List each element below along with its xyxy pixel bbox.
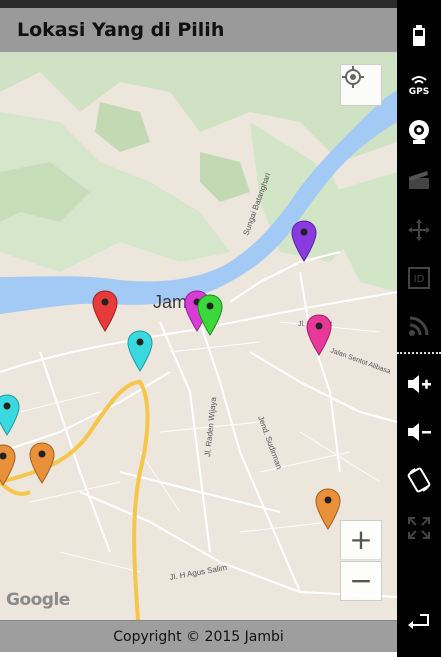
green-area [95,102,150,152]
battery-icon[interactable] [397,16,441,56]
camera-clapper-icon[interactable] [397,160,441,200]
map-marker-orange-2[interactable] [29,442,55,484]
my-location-button[interactable] [340,64,382,106]
map-marker-orange-1[interactable] [0,444,16,486]
map-marker-cyan-left[interactable] [0,394,20,436]
emulator-sidebar: GPS ID [397,0,441,657]
gps-icon[interactable]: GPS [397,64,441,104]
zoom-out-button[interactable]: − [340,561,382,601]
status-strip [0,0,397,8]
street-label: Jend. Sudirman [256,415,284,471]
copyright-text: Copyright © 2015 Jambi [113,629,284,645]
app-window: Lokasi Yang di Pilih Sungai Batanghari J… [0,0,397,657]
id-label: ID [414,274,425,285]
gps-label: GPS [409,87,429,96]
green-area [200,152,250,202]
crosshair-icon [342,66,364,88]
map-marker-pink[interactable] [306,314,332,356]
sidebar-divider [397,352,441,354]
map-marker-orange-3[interactable] [315,488,341,530]
street-label: Jalan Sentot Alibasa [329,347,391,375]
id-icon[interactable]: ID [397,258,441,298]
volume-down-icon[interactable] [397,412,441,452]
street-label: Jl. H Agus Salim [169,563,228,582]
minor-streets [19,321,381,573]
map-view[interactable]: Sungai Batanghari Jl. Raden Wijaya Jend.… [0,52,397,620]
webcam-icon[interactable] [397,112,441,152]
map-marker-purple[interactable] [291,220,317,262]
back-icon[interactable] [397,600,441,640]
volume-up-icon[interactable] [397,364,441,404]
rss-icon[interactable] [397,306,441,346]
google-attribution: Google [6,590,70,610]
map-canvas[interactable]: Sungai Batanghari Jl. Raden Wijaya Jend.… [0,52,397,620]
move-arrows-icon[interactable] [397,210,441,250]
map-marker-cyan[interactable] [127,330,153,372]
fullscreen-icon[interactable] [397,508,441,548]
footer: Copyright © 2015 Jambi [0,620,397,653]
page-title: Lokasi Yang di Pilih [17,19,225,41]
bottom-strip [0,652,397,657]
rotate-icon[interactable] [397,460,441,500]
green-area [330,172,397,292]
map-marker-red[interactable] [92,290,118,332]
zoom-in-button[interactable]: + [340,520,382,560]
main-road [0,379,150,620]
zoom-in-label: + [349,523,373,556]
zoom-out-label: − [349,564,373,597]
title-bar: Lokasi Yang di Pilih [0,8,397,52]
map-marker-green[interactable] [197,294,223,336]
